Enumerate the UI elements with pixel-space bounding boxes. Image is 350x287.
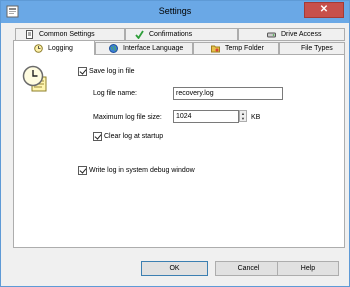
size-unit-label: KB <box>251 114 261 121</box>
drive-icon <box>267 32 276 38</box>
title-bar[interactable]: Settings ✕ <box>1 1 349 23</box>
tab-label: Common Settings <box>39 31 95 38</box>
folder-icon <box>211 45 220 53</box>
tab-logging[interactable]: Logging <box>13 40 95 55</box>
debug-window-checkbox[interactable] <box>78 166 87 175</box>
debug-window-label: Write log in system debug window <box>89 167 195 174</box>
max-log-size-input[interactable]: 1024 <box>173 110 239 123</box>
save-log-label: Save log in file <box>89 68 135 75</box>
tab-label: Interface Language <box>123 45 184 52</box>
max-log-size-label: Maximum log file size: <box>93 114 162 121</box>
help-button[interactable]: Help <box>277 261 339 276</box>
globe-icon <box>109 44 118 53</box>
tab-label: Confirmations <box>149 31 193 38</box>
close-icon: ✕ <box>319 4 329 15</box>
log-file-name-input[interactable]: recovery.log <box>173 87 283 100</box>
cancel-button[interactable]: Cancel <box>215 261 282 276</box>
close-button[interactable]: ✕ <box>304 2 344 18</box>
tab-confirmations[interactable]: Confirmations <box>125 28 238 41</box>
clear-log-label: Clear log at startup <box>104 133 164 140</box>
tab-drive-access[interactable]: Drive Access <box>238 28 345 41</box>
clear-log-checkbox[interactable] <box>93 132 102 141</box>
checkmark-icon <box>135 30 144 39</box>
save-log-checkbox[interactable] <box>78 67 87 76</box>
settings-window: Settings ✕ Common Settings Confirmations <box>0 0 350 287</box>
logging-clock-icon <box>22 65 47 92</box>
log-file-name-label: Log file name: <box>93 90 137 97</box>
tab-label: Temp Folder <box>225 45 264 52</box>
max-log-size-stepper[interactable]: ▲ ▼ <box>239 110 247 122</box>
document-icon <box>26 30 33 39</box>
window-title: Settings <box>158 6 192 16</box>
logging-icon <box>34 43 43 53</box>
tab-label: Logging <box>48 44 73 52</box>
ok-button[interactable]: OK <box>141 261 208 276</box>
logging-panel: Save log in file Log file name: recovery… <box>13 54 345 248</box>
dialog-body: Common Settings Confirmations Drive Acce… <box>8 23 345 281</box>
tab-label: Drive Access <box>281 31 322 38</box>
spin-down-icon[interactable]: ▼ <box>240 116 246 121</box>
tab-label: File Types <box>301 45 333 52</box>
